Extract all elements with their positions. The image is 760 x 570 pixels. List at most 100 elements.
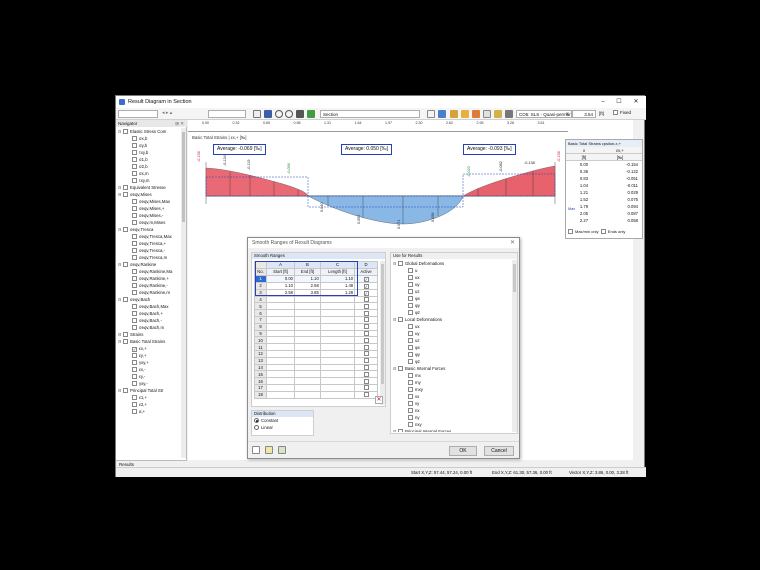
navigator-item[interactable]: σeqv,Mises,Max xyxy=(117,198,181,205)
results-row[interactable]: 1.04 -0.011 xyxy=(566,182,642,189)
result-type-item[interactable]: φx xyxy=(393,344,511,351)
navigator-checkbox[interactable] xyxy=(123,339,128,344)
cancel-button[interactable]: Cancel xyxy=(484,446,514,456)
result-type-checkbox[interactable] xyxy=(408,415,413,420)
navigator-checkbox[interactable] xyxy=(132,283,137,288)
range-start-cell[interactable] xyxy=(265,363,296,372)
navigator-checkbox[interactable] xyxy=(132,248,137,253)
result-type-item[interactable]: ux xyxy=(393,274,511,281)
navigator-checkbox[interactable] xyxy=(123,262,128,267)
navigator-checkbox[interactable] xyxy=(132,325,137,330)
result-type-item[interactable]: φz xyxy=(393,358,511,365)
active-checkbox[interactable] xyxy=(363,296,369,302)
result-type-item[interactable]: mxy xyxy=(393,386,511,393)
range-active-cell[interactable] xyxy=(354,322,378,331)
navigator-checkbox[interactable] xyxy=(132,276,137,281)
result-type-checkbox[interactable] xyxy=(408,338,413,343)
active-checkbox[interactable] xyxy=(363,392,369,398)
fixed-checkbox-box[interactable] xyxy=(613,110,618,115)
navigator-item[interactable]: α,+ xyxy=(117,408,181,415)
navigator-checkbox[interactable] xyxy=(132,171,137,176)
result-type-item[interactable]: my xyxy=(393,379,511,386)
navigator-checkbox[interactable] xyxy=(132,318,137,323)
result-type-checkbox[interactable] xyxy=(408,282,413,287)
navigator-item[interactable]: εx,+ xyxy=(117,345,181,352)
navigator-checkbox[interactable] xyxy=(132,409,137,414)
range-end-cell[interactable] xyxy=(294,329,321,338)
range-row[interactable]: 14 xyxy=(254,363,378,372)
results-icon[interactable] xyxy=(438,110,446,118)
filter-icon[interactable] xyxy=(505,110,513,118)
result-type-item[interactable]: uz xyxy=(393,288,511,295)
range-active-cell[interactable] xyxy=(354,377,378,385)
active-checkbox[interactable] xyxy=(363,351,369,357)
navigator-checkbox[interactable] xyxy=(132,367,137,372)
navigator-item[interactable]: ε1,+ xyxy=(117,394,181,401)
range-start-cell[interactable] xyxy=(265,349,296,358)
range-end-cell[interactable] xyxy=(294,322,321,331)
range-start-cell[interactable] xyxy=(265,315,296,324)
navigator-checkbox[interactable] xyxy=(123,129,128,134)
range-start-cell[interactable] xyxy=(265,390,296,399)
range-start-cell[interactable] xyxy=(265,377,296,385)
range-active-cell[interactable] xyxy=(354,343,378,351)
active-checkbox[interactable] xyxy=(363,371,369,377)
navigator-checkbox[interactable] xyxy=(132,304,137,309)
close-button[interactable]: ✕ xyxy=(629,98,643,106)
navigator-item[interactable]: σx,m xyxy=(117,170,181,177)
range-end-cell[interactable] xyxy=(294,343,321,351)
result-type-group[interactable]: ⊟ Principal Internal Forces xyxy=(393,428,511,432)
active-checkbox[interactable] xyxy=(363,303,369,309)
navigator-item[interactable]: σeqv,m,Mises xyxy=(117,219,181,226)
range-start-cell[interactable] xyxy=(265,302,296,311)
navigator-item[interactable]: τxy,b xyxy=(117,149,181,156)
navigator-checkbox[interactable] xyxy=(132,241,137,246)
result-type-checkbox[interactable] xyxy=(408,422,413,427)
range-length-cell[interactable] xyxy=(319,309,356,317)
navigator-group[interactable]: ⊟ σeqv,Rankine xyxy=(117,261,181,268)
range-end-cell[interactable] xyxy=(294,309,321,317)
range-start-cell[interactable] xyxy=(265,322,296,331)
delete-range-button[interactable]: ✕ xyxy=(375,396,383,404)
range-row[interactable]: 11 xyxy=(254,343,378,351)
ends-only-checkbox[interactable] xyxy=(600,229,606,234)
navigator-checkbox[interactable] xyxy=(123,185,128,190)
result-type-item[interactable]: vx xyxy=(393,393,511,400)
range-active-cell[interactable] xyxy=(354,370,378,379)
range-length-cell[interactable] xyxy=(319,356,356,365)
save-icon[interactable] xyxy=(264,110,272,118)
active-checkbox[interactable] xyxy=(363,378,369,384)
result-type-group[interactable]: ⊟ Global Deformations xyxy=(393,260,511,267)
constant-radio[interactable] xyxy=(254,418,259,423)
active-checkbox[interactable] xyxy=(363,330,369,336)
range-length-cell[interactable] xyxy=(319,370,356,379)
range-end-cell[interactable] xyxy=(294,390,321,399)
result-type-checkbox[interactable] xyxy=(398,261,403,266)
navigator-checkbox[interactable] xyxy=(123,227,128,232)
view-combo[interactable] xyxy=(208,110,246,118)
navigator-item[interactable]: σeqv,Bach,m xyxy=(117,324,181,331)
range-start-cell[interactable] xyxy=(265,336,296,345)
range-end-cell[interactable] xyxy=(294,370,321,379)
result-type-checkbox[interactable] xyxy=(408,387,413,392)
navigator-item[interactable]: σeqv,Bach,+ xyxy=(117,310,181,317)
navigator-checkbox[interactable] xyxy=(132,157,137,162)
range-length-cell[interactable] xyxy=(319,315,356,324)
range-active-cell[interactable] xyxy=(354,349,378,358)
active-checkbox[interactable] xyxy=(363,344,369,350)
navigator-checkbox[interactable] xyxy=(132,150,137,155)
navigator-item[interactable]: σeqv,Mises,- xyxy=(117,212,181,219)
range-length-cell[interactable] xyxy=(319,377,356,385)
navigator-checkbox[interactable] xyxy=(132,381,137,386)
navigator-item[interactable]: σ2,b xyxy=(117,163,181,170)
navigator-checkbox[interactable] xyxy=(132,269,137,274)
range-active-cell[interactable] xyxy=(354,336,378,345)
navigator-item[interactable]: σeqv,Tresca,+ xyxy=(117,240,181,247)
navigator-item[interactable]: εx,- xyxy=(117,366,181,373)
constant-option[interactable]: Constant xyxy=(252,417,313,424)
maximize-button[interactable]: ☐ xyxy=(612,98,626,106)
range-row[interactable]: 12 xyxy=(254,349,378,358)
result-type-item[interactable]: φy xyxy=(393,351,511,358)
ok-button[interactable]: OK xyxy=(449,446,477,456)
range-row[interactable]: 18 xyxy=(254,390,378,399)
